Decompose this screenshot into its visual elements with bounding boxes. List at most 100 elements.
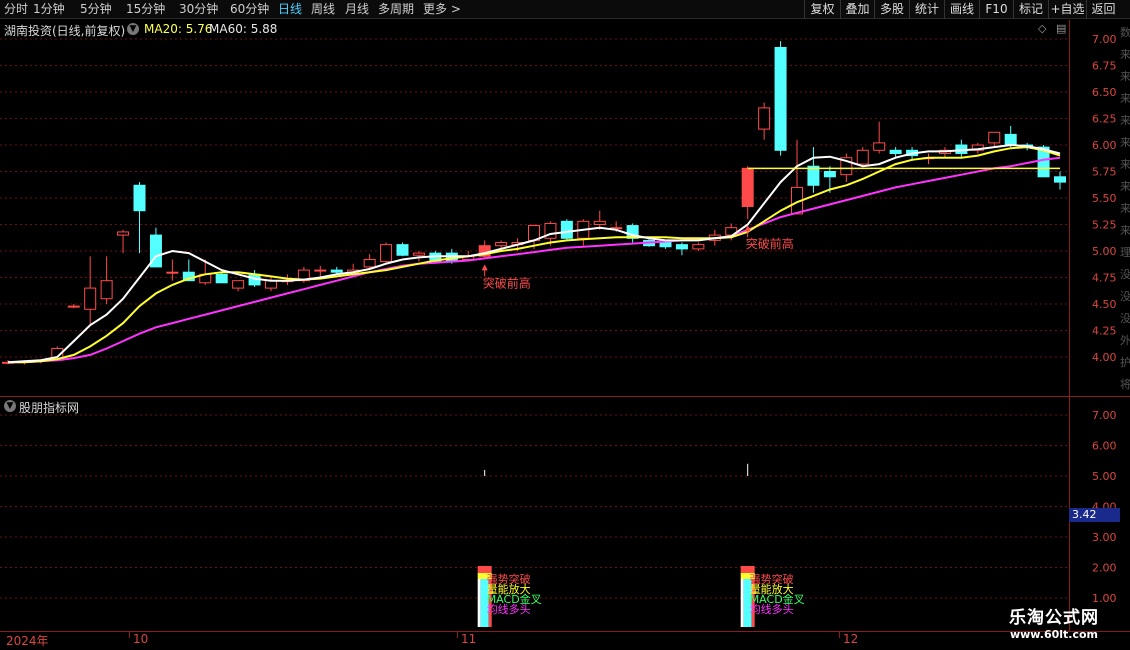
y-tick-label: 7.00 — [1092, 33, 1117, 46]
period-tab-60min[interactable]: 60分钟 — [230, 2, 269, 17]
candle — [610, 221, 623, 232]
candle-body — [100, 280, 113, 300]
period-tab-monthly[interactable]: 月线 — [345, 2, 369, 17]
candle — [149, 227, 162, 268]
candle — [396, 242, 409, 257]
ma60-readout: MA60: 5.88 — [209, 22, 278, 36]
f10-button[interactable]: F10 — [979, 0, 1013, 19]
y-tick-label: 4.00 — [1092, 351, 1117, 364]
candlestick-chart[interactable]: 7.00 6.75 6.50 6.25 6.00 5.75 5.50 5.25 5.00 4.75… — [0, 0, 1130, 650]
candle-body — [84, 287, 97, 310]
candle — [166, 259, 179, 281]
add-favorite-button[interactable]: +自选 — [1048, 0, 1086, 19]
candle-body — [643, 239, 656, 247]
signal-bar-mid — [477, 573, 492, 579]
period-tab-30min[interactable]: 30分钟 — [179, 2, 218, 17]
stock-chart-app: 分时 1分钟 5分钟 15分钟 30分钟 60分钟 日线 周线 月线 多周期 更… — [0, 0, 1130, 650]
side-strip-char: 来 — [1120, 158, 1130, 171]
candle — [314, 265, 327, 278]
signal-bar-left — [740, 579, 744, 627]
ma-white-line — [7, 143, 1061, 364]
candle-body — [577, 220, 590, 239]
side-strip-char: 外 — [1120, 334, 1130, 347]
candle-body — [626, 225, 639, 239]
candle-body — [593, 220, 606, 226]
candle-body — [67, 305, 80, 308]
chevron-down-icon[interactable]: ▼ — [4, 400, 16, 412]
side-strip-char: 来 — [1120, 136, 1130, 149]
period-tab-weekly[interactable]: 周线 — [311, 2, 335, 17]
candle-body — [741, 167, 754, 207]
side-strip-char: 来 — [1120, 114, 1130, 127]
period-tab-daily[interactable]: 日线 — [278, 2, 302, 17]
main-chart-header: 湖南投资(日线,前复权) ▼ MA20: 5.76 MA60: 5.88 — [0, 20, 900, 38]
candle — [495, 240, 508, 249]
candle — [67, 304, 80, 309]
period-tab-15min[interactable]: 15分钟 — [126, 2, 165, 17]
candle — [215, 272, 228, 284]
signal-bar-body — [743, 579, 752, 627]
candle — [758, 102, 771, 140]
period-tab-multi[interactable]: 多周期 — [378, 2, 414, 17]
ma-magenta-line — [8, 156, 1061, 364]
candle-body — [725, 227, 738, 236]
more-menu[interactable]: 更多 > — [423, 2, 461, 17]
y-tick-label: 5.00 — [1092, 470, 1117, 483]
x-divider — [839, 632, 840, 638]
candle-body — [791, 186, 803, 215]
candle-body — [166, 271, 179, 274]
candle-body — [544, 222, 557, 239]
side-strip-char: 来 — [1120, 70, 1130, 83]
signal-label: MACD金叉 — [487, 592, 542, 606]
watermark-title: 乐淘公式网 — [1009, 608, 1099, 628]
indicator-current-value: 3.42 — [1069, 508, 1120, 522]
candle-body — [511, 242, 524, 246]
window-icon[interactable]: ▤ — [1056, 22, 1066, 35]
y-tick-label: 6.00 — [1092, 440, 1117, 453]
candle — [560, 219, 573, 241]
candle — [511, 238, 524, 251]
overlay-button[interactable]: 叠加 — [840, 0, 874, 19]
chevron-down-icon[interactable]: ▼ — [127, 23, 139, 35]
signal-bar-top — [477, 566, 492, 573]
back-button[interactable]: 返回 — [1086, 0, 1120, 19]
candle — [445, 248, 458, 264]
candle-body — [330, 269, 343, 273]
candle-body — [314, 269, 327, 272]
y-tick-label: 3.00 — [1092, 531, 1117, 544]
panel-controls: ◇ ▤ — [1038, 22, 1066, 35]
multi-stock-button[interactable]: 多股 — [874, 0, 909, 19]
indicator-title: 股朋指标网 — [19, 401, 80, 415]
y-tick-label: 5.75 — [1092, 166, 1117, 179]
draw-line-button[interactable]: 画线 — [944, 0, 979, 19]
watermark-url: www.60lt.com — [1009, 628, 1099, 641]
candle — [725, 223, 738, 241]
candle-body — [215, 273, 228, 284]
stock-title: 湖南投资(日线,前复权) — [4, 24, 126, 38]
period-tab-1min[interactable]: 1分钟 — [33, 2, 65, 17]
candle — [791, 139, 803, 215]
candle — [955, 139, 968, 158]
side-strip-char: 来 — [1120, 92, 1130, 105]
signal-label: 量能放大 — [487, 582, 531, 596]
candle-body — [610, 227, 623, 230]
candle-body — [528, 225, 540, 241]
candle — [593, 210, 606, 230]
chevron-right-icon: > — [450, 2, 461, 16]
mark-button[interactable]: 标记 — [1013, 0, 1048, 19]
candle-body — [856, 149, 869, 165]
candle — [380, 242, 393, 264]
diamond-icon[interactable]: ◇ — [1038, 22, 1046, 35]
candle — [281, 274, 294, 285]
period-tab-5min[interactable]: 5分钟 — [80, 2, 112, 17]
watermark: 乐淘公式网 www.60lt.com — [988, 603, 1120, 650]
candle-body — [774, 46, 787, 151]
candle-body — [281, 280, 294, 283]
candle — [429, 251, 442, 264]
fuquan-button[interactable]: 复权 — [804, 0, 840, 19]
candle — [232, 280, 245, 292]
period-tab-fenshi[interactable]: 分时 — [4, 2, 28, 17]
candle-body — [988, 131, 1001, 144]
candle — [922, 153, 935, 165]
stats-button[interactable]: 统计 — [909, 0, 944, 19]
